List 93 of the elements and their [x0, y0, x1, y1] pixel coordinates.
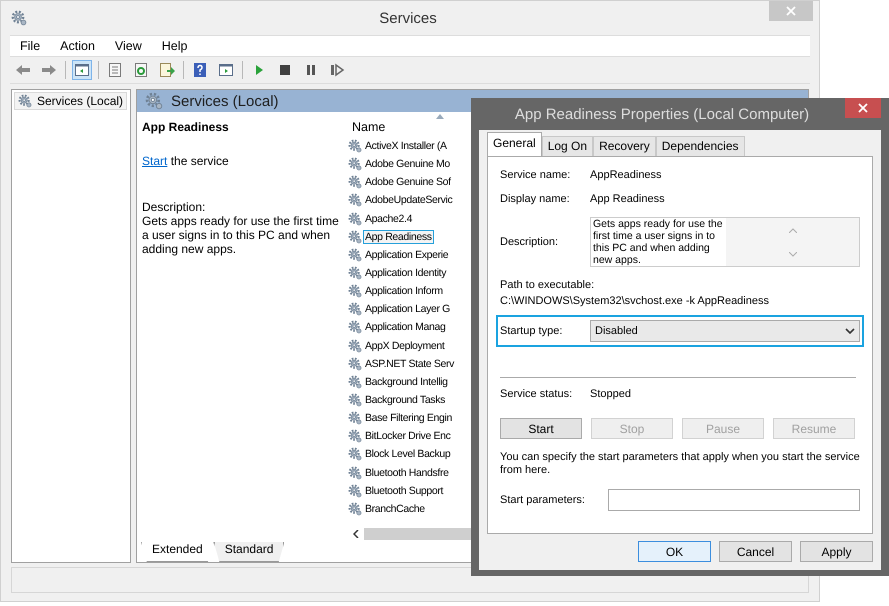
gear-icon [348, 230, 362, 244]
service-row[interactable]: Application Identity [363, 266, 448, 280]
startup-type-dropdown[interactable]: Disabled [590, 320, 860, 342]
tree-item[interactable]: Services (Local) [14, 92, 128, 110]
close-button[interactable] [845, 98, 881, 118]
gear-icon [348, 139, 362, 154]
gear-icon [348, 175, 362, 190]
gear-icon [348, 429, 362, 444]
service-row[interactable]: Application Manag [363, 320, 448, 334]
gear-icon [348, 393, 362, 408]
gear-icon [348, 356, 362, 371]
gear-icon [348, 193, 362, 208]
gear-icon [348, 320, 362, 334]
service-row[interactable]: Block Level Backup [363, 447, 452, 462]
gear-icon [18, 94, 32, 108]
service-row[interactable]: Application Experie [363, 248, 450, 262]
scroll-down-icon[interactable] [788, 252, 796, 256]
field-label: Service status: [500, 388, 574, 400]
service-row[interactable]: Bluetooth Support [363, 484, 446, 498]
field-label: Start parameters: [500, 494, 586, 506]
export-list-icon[interactable] [157, 60, 177, 80]
path-value: C:\WINDOWS\System32\svchost.exe -k AppReadiness [500, 294, 770, 309]
gear-icon [348, 157, 362, 172]
dialog-button[interactable]: Apply [800, 541, 873, 562]
scroll-up-icon[interactable] [788, 228, 796, 232]
dialog-tab[interactable]: Log On [542, 136, 594, 156]
description-box[interactable]: Gets apps ready for use the first time a user signs in to this PC and when adding new apps. [590, 217, 860, 267]
service-row[interactable]: App Readiness [363, 230, 434, 244]
path-label: Path to executable: [500, 278, 596, 293]
service-row[interactable]: BranchCache [363, 502, 427, 516]
service-row[interactable]: AdobeUpdateServic [363, 193, 454, 208]
close-icon [786, 6, 796, 16]
menu-item[interactable]: Help [152, 39, 198, 53]
field-label: Service name: [500, 169, 572, 181]
dialog-title: App Readiness Properties (Local Computer) [514, 106, 810, 122]
menu-item[interactable]: Action [50, 39, 105, 53]
gear-icon [348, 447, 362, 462]
view-tab[interactable]: Standard [214, 542, 284, 562]
service-row[interactable]: Apache2.4 [363, 212, 414, 226]
gear-icon [348, 284, 362, 298]
gear-icon [348, 374, 362, 389]
gear-icon [348, 484, 362, 498]
service-row[interactable]: Adobe Genuine Mo [363, 157, 452, 172]
gear-icon [348, 212, 362, 226]
start-service-text: Start the service [142, 154, 230, 168]
start-link[interactable]: Start [142, 154, 168, 168]
scroll-left-icon[interactable] [353, 530, 359, 538]
field-value: App Readiness [590, 193, 665, 205]
service-row[interactable]: BitLocker Drive Enc [363, 429, 453, 444]
dialog-tab[interactable]: Dependencies [656, 136, 744, 156]
dialog-tab[interactable]: Recovery [593, 136, 656, 156]
gear-icon [348, 502, 362, 516]
menu-item[interactable]: View [104, 39, 152, 53]
service-control-button[interactable]: Start [500, 418, 582, 439]
gear-icon [348, 338, 362, 353]
dialog-button[interactable]: OK [638, 541, 711, 562]
field-label: Startup type: [500, 325, 564, 337]
dialog-button[interactable]: Cancel [719, 541, 792, 562]
dialog-tab[interactable]: General [487, 132, 542, 156]
service-row[interactable]: Adobe Genuine Sof [363, 175, 453, 190]
view-tab[interactable]: Extended [141, 542, 214, 562]
caret-icon [845, 328, 855, 334]
description-text: Gets apps ready for use the first time a user signs in to this PC and when adding new apps. [142, 214, 340, 256]
service-row[interactable]: Base Filtering Engin [363, 411, 454, 426]
field-label: Description: [500, 236, 560, 248]
service-row[interactable]: Background Tasks [363, 393, 448, 408]
close-icon [858, 103, 868, 113]
service-row[interactable]: Bluetooth Handsfre [363, 466, 451, 480]
service-row[interactable]: Background Intellig [363, 374, 450, 389]
start-parameters-note: You can specify the start parameters that apply when you start the service from here. [500, 451, 860, 477]
field-label: Display name: [500, 193, 571, 205]
field-value: Stopped [590, 388, 631, 400]
gear-icon [348, 248, 362, 262]
app-gear-icon [11, 10, 27, 26]
header-gear-icon [145, 92, 163, 110]
start-parameters-field[interactable] [608, 489, 860, 511]
service-row[interactable]: ASP.NET State Serv [363, 356, 456, 371]
menu-item[interactable]: File [10, 39, 50, 53]
service-row[interactable]: ActiveX Installer (A [363, 139, 449, 154]
panel-title: Services (Local) [171, 92, 279, 110]
description-label: Description: [142, 200, 206, 214]
service-row[interactable]: AppX Deployment [363, 338, 446, 353]
field-value: AppReadiness [590, 169, 662, 181]
window-title: Services [378, 10, 438, 26]
service-row[interactable]: Application Inform [363, 284, 445, 298]
gear-icon [348, 302, 362, 316]
gear-icon [348, 466, 362, 480]
console-tree-icon[interactable] [72, 60, 92, 80]
gear-icon [348, 411, 362, 426]
gear-icon [348, 266, 362, 280]
sort-arrow-icon [436, 114, 444, 119]
service-row[interactable]: Application Layer G [363, 302, 452, 316]
service-title: App Readiness [142, 120, 230, 134]
